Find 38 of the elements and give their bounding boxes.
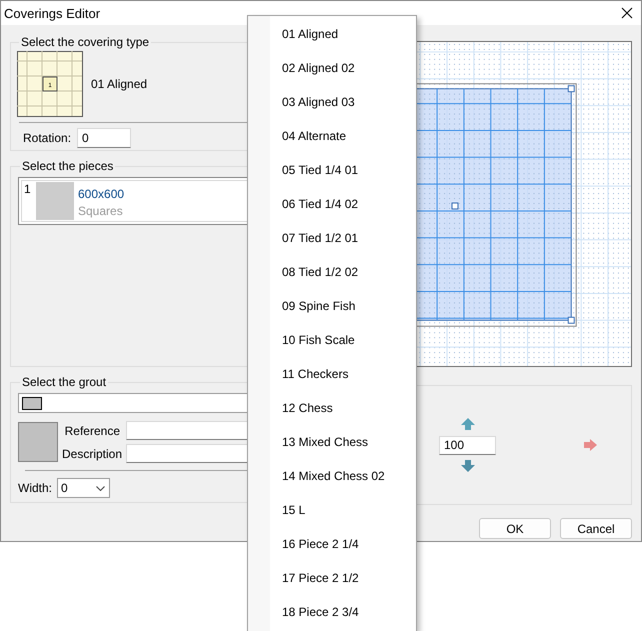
group-title: Select the pieces	[21, 159, 114, 173]
up-arrow-icon[interactable]	[460, 418, 474, 430]
group-title: Select the grout	[21, 375, 108, 389]
right-arrow-icon[interactable]	[584, 438, 598, 452]
dropdown-option[interactable]: 05 Tied 1/4 01	[270, 153, 416, 187]
dropdown-option[interactable]: 18 Piece 2 3/4	[270, 595, 416, 629]
dropdown-option[interactable]: 15 L	[270, 493, 416, 527]
dropdown-option[interactable]: 12 Chess	[270, 391, 416, 425]
dropdown-option[interactable]: 16 Piece 2 1/4	[270, 527, 416, 561]
width-label: Width:	[18, 481, 52, 495]
window-title: Coverings Editor	[4, 6, 100, 20]
cancel-button[interactable]: Cancel	[560, 518, 632, 539]
dropdown-option[interactable]: 04 Alternate	[270, 119, 416, 153]
dropdown-option[interactable]: 17 Piece 2 1/2	[270, 561, 416, 595]
rotation-field[interactable]: 0	[77, 128, 132, 148]
chevron-icon	[96, 486, 106, 490]
dropdown-option[interactable]: 14 Mixed Chess 02	[270, 459, 416, 493]
dropdown-option[interactable]: 10 Fish Scale	[270, 323, 416, 357]
group-title: Select the covering type	[20, 35, 150, 49]
width-select[interactable]: 0	[57, 478, 110, 498]
covering-type-name: 01 Aligned	[91, 77, 148, 91]
close-icon[interactable]	[621, 7, 633, 19]
rotation-label: Rotation:	[23, 131, 72, 145]
ok-button[interactable]: OK	[479, 518, 551, 539]
grout-swatch	[18, 422, 58, 462]
reference-label: Reference	[64, 424, 120, 438]
dropdown-option[interactable]: 07 Tied 1/2 01	[270, 221, 416, 255]
down-arrow-icon[interactable]	[460, 460, 474, 472]
dropdown-option[interactable]: 08 Tied 1/2 02	[270, 255, 416, 289]
dropdown-option[interactable]: 03 Aligned 03	[270, 85, 416, 119]
dropdown-option[interactable]: 01 Aligned	[270, 17, 416, 51]
dropdown-option[interactable]: 09 Spine Fish	[270, 289, 416, 323]
dropdown-option[interactable]: 13 Mixed Chess	[270, 425, 416, 459]
dropdown-option[interactable]: 02 Aligned 02	[270, 51, 416, 85]
dropdown-option[interactable]: 11 Checkers	[270, 357, 416, 391]
zoom-field[interactable]: 100	[439, 436, 496, 454]
dropdown-option[interactable]: 06 Tied 1/4 02	[270, 187, 416, 221]
description-label: Description	[62, 446, 120, 460]
